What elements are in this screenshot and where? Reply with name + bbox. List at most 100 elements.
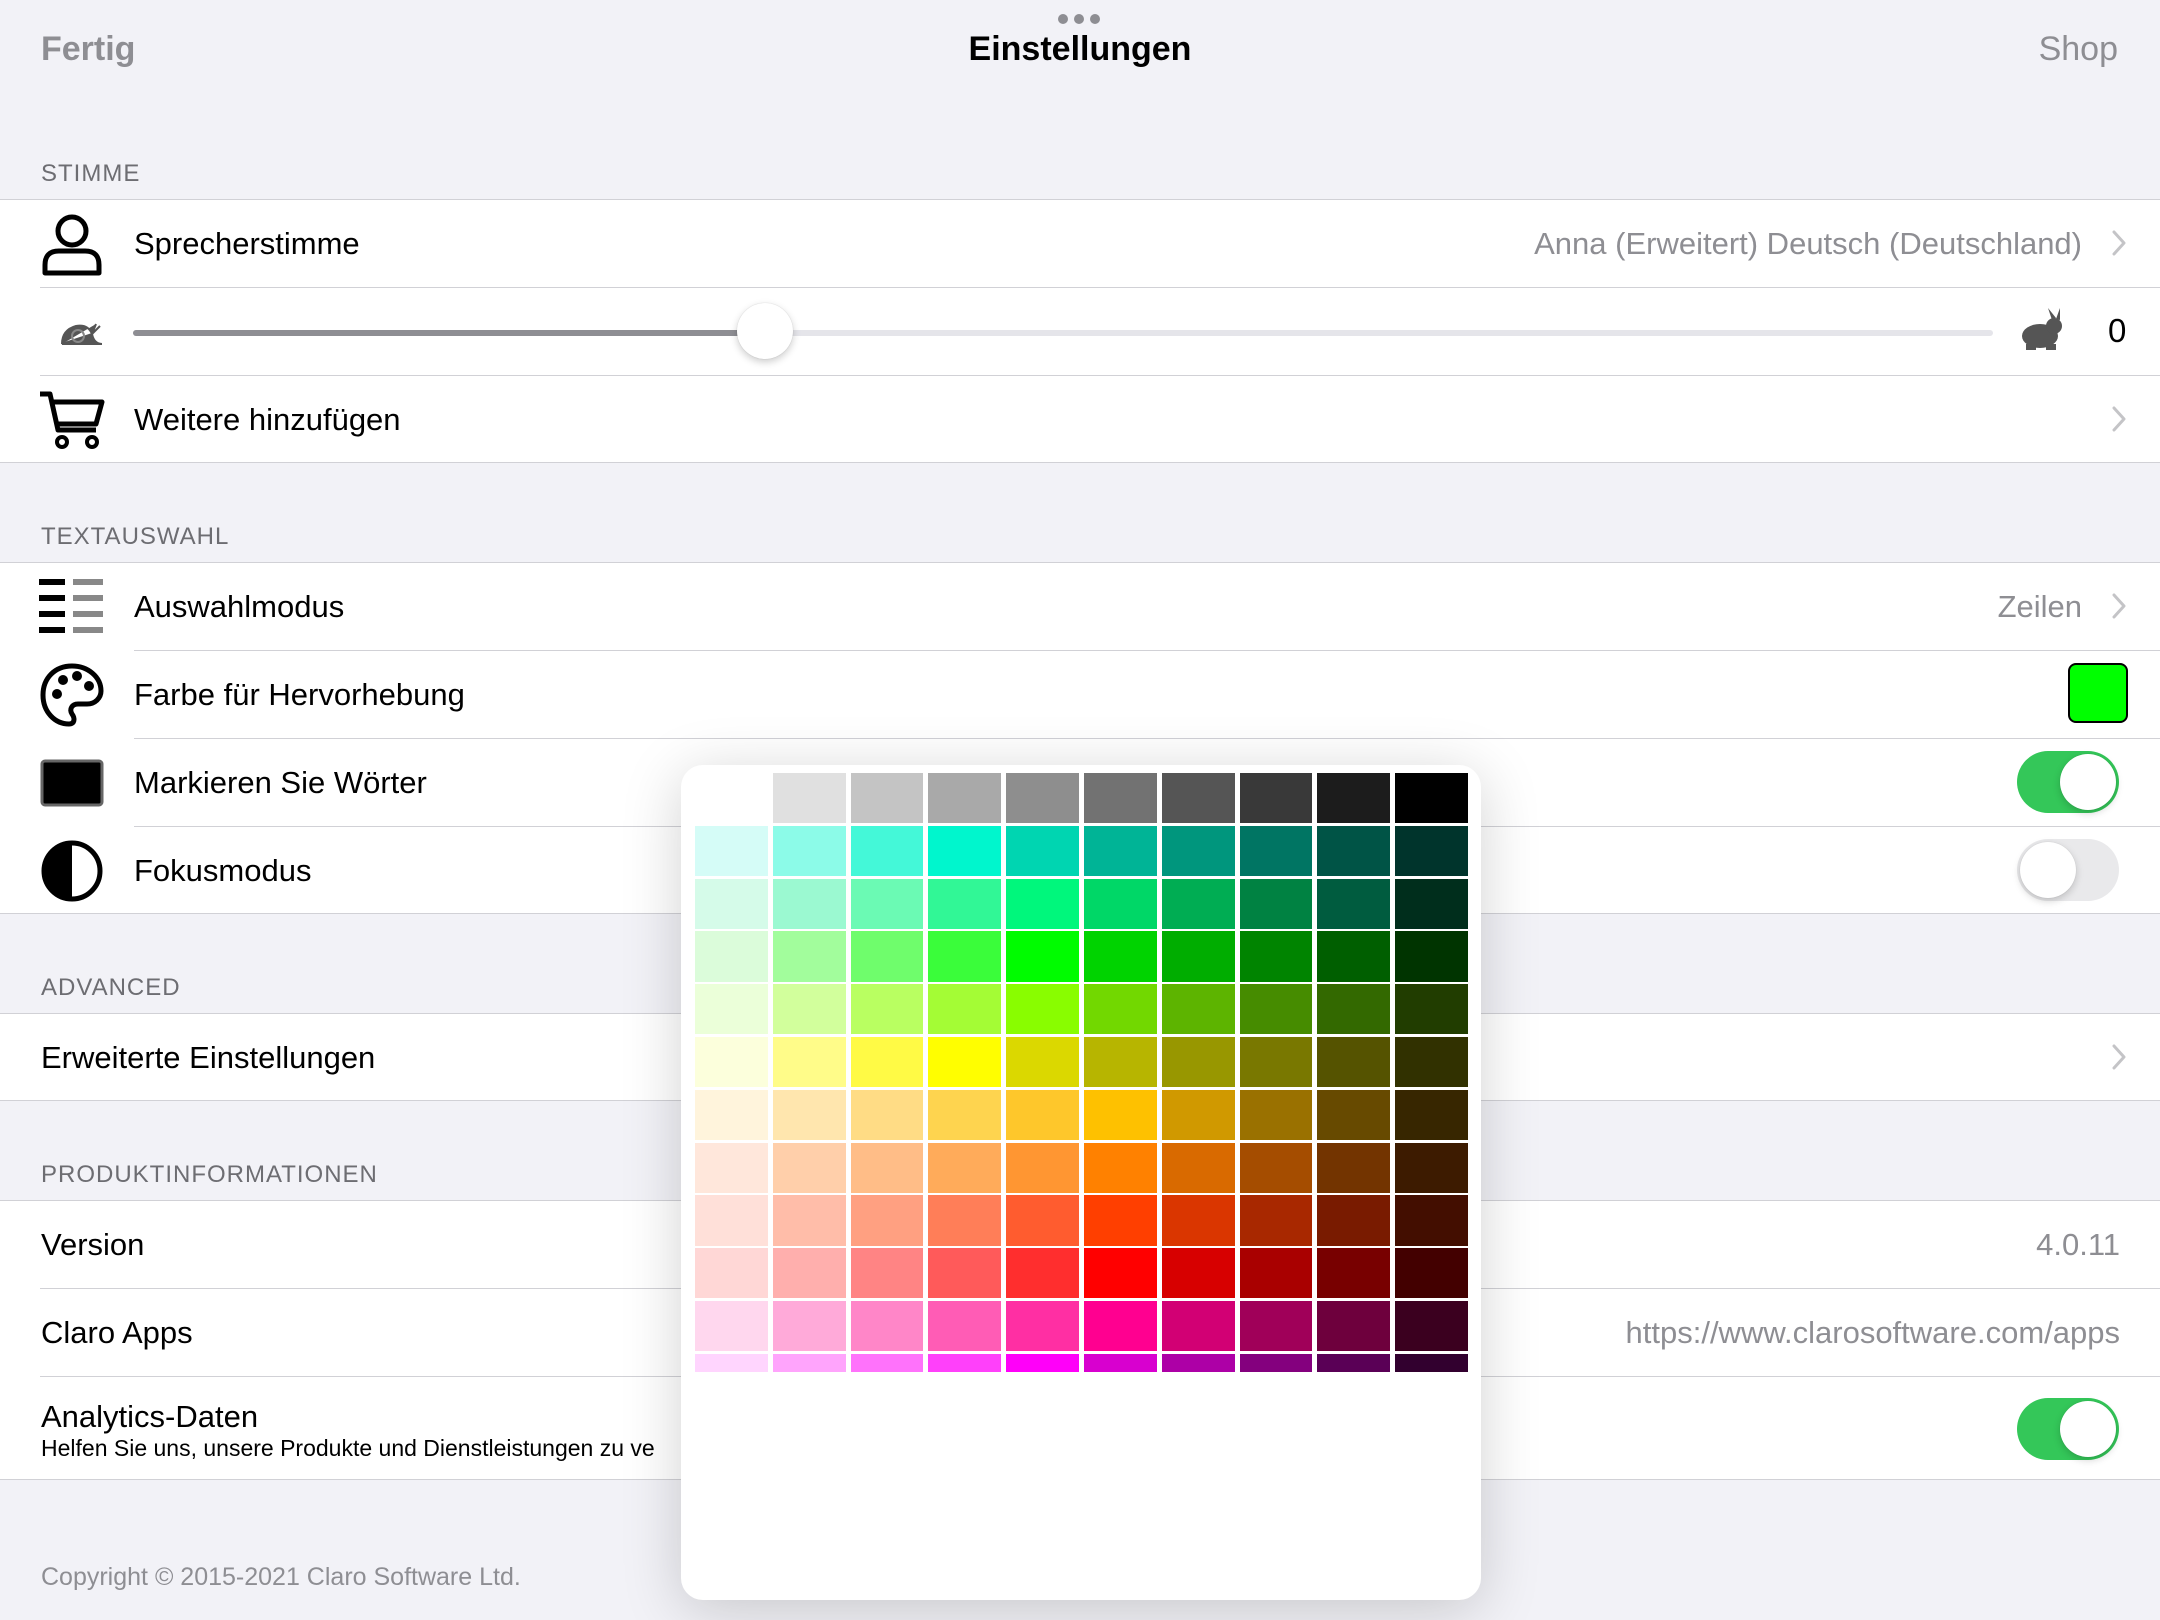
color-swatch-r10-c4[interactable] xyxy=(1006,1301,1079,1352)
color-swatch-r6-c7[interactable] xyxy=(1239,1089,1313,1140)
color-swatch-r1-c0[interactable] xyxy=(695,825,768,876)
analytics-toggle[interactable] xyxy=(2017,1398,2119,1460)
color-swatch-r3-c9[interactable] xyxy=(1395,931,1468,982)
color-swatch-r5-c7[interactable] xyxy=(1239,1037,1313,1088)
color-swatch-r1-c2[interactable] xyxy=(850,825,924,876)
color-swatch-r9-c0[interactable] xyxy=(695,1248,768,1299)
color-swatch-r7-c9[interactable] xyxy=(1395,1142,1468,1193)
color-swatch-r10-c2[interactable] xyxy=(850,1301,924,1352)
color-swatch-r6-c5[interactable] xyxy=(1084,1089,1157,1140)
color-swatch-r5-c1[interactable] xyxy=(772,1037,846,1088)
color-swatch-r2-c9[interactable] xyxy=(1395,878,1468,929)
color-swatch-r4-c7[interactable] xyxy=(1239,984,1313,1035)
color-swatch-r11-c9[interactable] xyxy=(1395,1353,1468,1372)
color-swatch-r6-c9[interactable] xyxy=(1395,1089,1468,1140)
color-swatch-r11-c8[interactable] xyxy=(1317,1353,1391,1372)
color-swatch-r3-c8[interactable] xyxy=(1317,931,1391,982)
color-swatch-r6-c3[interactable] xyxy=(928,1089,1002,1140)
color-swatch-r7-c2[interactable] xyxy=(850,1142,924,1193)
color-swatch-r10-c1[interactable] xyxy=(772,1301,846,1352)
color-swatch-r0-c2[interactable] xyxy=(850,773,924,824)
color-swatch-r8-c0[interactable] xyxy=(695,1195,768,1246)
color-swatch-r9-c8[interactable] xyxy=(1317,1248,1391,1299)
color-swatch-r4-c5[interactable] xyxy=(1084,984,1157,1035)
color-swatch-r11-c6[interactable] xyxy=(1161,1353,1235,1372)
color-swatch-r7-c5[interactable] xyxy=(1084,1142,1157,1193)
color-swatch-r4-c6[interactable] xyxy=(1161,984,1235,1035)
color-swatch-r3-c0[interactable] xyxy=(695,931,768,982)
color-swatch-r0-c9[interactable] xyxy=(1395,773,1468,824)
claro-apps-link[interactable]: https://www.clarosoftware.com/apps xyxy=(1626,1315,2120,1351)
color-swatch-r9-c4[interactable] xyxy=(1006,1248,1079,1299)
color-swatch-r0-c6[interactable] xyxy=(1161,773,1235,824)
color-swatch-r8-c3[interactable] xyxy=(928,1195,1002,1246)
color-swatch-r4-c2[interactable] xyxy=(850,984,924,1035)
color-swatch-r6-c4[interactable] xyxy=(1006,1089,1079,1140)
color-swatch-r5-c6[interactable] xyxy=(1161,1037,1235,1088)
mark-words-toggle[interactable] xyxy=(2017,751,2119,813)
color-swatch-r9-c9[interactable] xyxy=(1395,1248,1468,1299)
color-swatch-r6-c0[interactable] xyxy=(695,1089,768,1140)
color-swatch-r1-c3[interactable] xyxy=(928,825,1002,876)
color-swatch-r10-c7[interactable] xyxy=(1239,1301,1313,1352)
color-swatch-r0-c8[interactable] xyxy=(1317,773,1391,824)
color-swatch-r11-c4[interactable] xyxy=(1006,1353,1079,1372)
color-swatch-r9-c6[interactable] xyxy=(1161,1248,1235,1299)
color-swatch-r8-c5[interactable] xyxy=(1084,1195,1157,1246)
color-swatch-r5-c8[interactable] xyxy=(1317,1037,1391,1088)
color-swatch-r11-c2[interactable] xyxy=(850,1353,924,1372)
color-swatch-r4-c3[interactable] xyxy=(928,984,1002,1035)
color-swatch-r11-c5[interactable] xyxy=(1084,1353,1157,1372)
color-swatch-r7-c6[interactable] xyxy=(1161,1142,1235,1193)
color-swatch-r1-c5[interactable] xyxy=(1084,825,1157,876)
color-swatch-r1-c6[interactable] xyxy=(1161,825,1235,876)
color-swatch-r1-c9[interactable] xyxy=(1395,825,1468,876)
color-swatch-r8-c6[interactable] xyxy=(1161,1195,1235,1246)
color-swatch-r5-c4[interactable] xyxy=(1006,1037,1079,1088)
color-swatch-r2-c5[interactable] xyxy=(1084,878,1157,929)
color-swatch-r0-c0[interactable] xyxy=(695,773,768,824)
row-add-more[interactable]: Weitere hinzufügen xyxy=(0,376,2160,464)
color-swatch-r3-c4[interactable] xyxy=(1006,931,1079,982)
color-swatch-r2-c7[interactable] xyxy=(1239,878,1313,929)
color-swatch-r4-c4[interactable] xyxy=(1006,984,1079,1035)
color-swatch-r5-c2[interactable] xyxy=(850,1037,924,1088)
color-swatch-r7-c0[interactable] xyxy=(695,1142,768,1193)
color-swatch-r4-c0[interactable] xyxy=(695,984,768,1035)
color-swatch-r6-c2[interactable] xyxy=(850,1089,924,1140)
shop-button[interactable]: Shop xyxy=(2039,30,2118,69)
color-swatch-r1-c7[interactable] xyxy=(1239,825,1313,876)
color-swatch-r5-c0[interactable] xyxy=(695,1037,768,1088)
color-swatch-r0-c1[interactable] xyxy=(772,773,846,824)
color-swatch-r0-c4[interactable] xyxy=(1006,773,1079,824)
color-swatch-r4-c8[interactable] xyxy=(1317,984,1391,1035)
highlight-color-swatch[interactable] xyxy=(2068,663,2128,723)
color-swatch-r5-c9[interactable] xyxy=(1395,1037,1468,1088)
color-swatch-r10-c3[interactable] xyxy=(928,1301,1002,1352)
color-swatch-r0-c7[interactable] xyxy=(1239,773,1313,824)
color-swatch-r4-c9[interactable] xyxy=(1395,984,1468,1035)
color-swatch-r8-c8[interactable] xyxy=(1317,1195,1391,1246)
color-swatch-r0-c3[interactable] xyxy=(928,773,1002,824)
color-swatch-r10-c0[interactable] xyxy=(695,1301,768,1352)
color-swatch-r7-c4[interactable] xyxy=(1006,1142,1079,1193)
color-swatch-r7-c8[interactable] xyxy=(1317,1142,1391,1193)
color-swatch-r2-c2[interactable] xyxy=(850,878,924,929)
color-swatch-r2-c0[interactable] xyxy=(695,878,768,929)
row-speaker-voice[interactable]: Sprecherstimme Anna (Erweitert) Deutsch … xyxy=(0,200,2160,288)
color-swatch-r11-c1[interactable] xyxy=(772,1353,846,1372)
color-swatch-r6-c1[interactable] xyxy=(772,1089,846,1140)
color-swatch-r9-c1[interactable] xyxy=(772,1248,846,1299)
color-swatch-r2-c6[interactable] xyxy=(1161,878,1235,929)
color-swatch-r8-c7[interactable] xyxy=(1239,1195,1313,1246)
speech-rate-slider-thumb[interactable] xyxy=(737,303,794,359)
color-swatch-r10-c5[interactable] xyxy=(1084,1301,1157,1352)
color-swatch-r11-c0[interactable] xyxy=(695,1353,768,1372)
color-swatch-r7-c1[interactable] xyxy=(772,1142,846,1193)
color-swatch-r11-c3[interactable] xyxy=(928,1353,1002,1372)
color-swatch-r1-c1[interactable] xyxy=(772,825,846,876)
color-swatch-r7-c7[interactable] xyxy=(1239,1142,1313,1193)
row-highlight-color[interactable]: Farbe für Hervorhebung xyxy=(0,651,2160,739)
color-swatch-r6-c8[interactable] xyxy=(1317,1089,1391,1140)
color-swatch-r2-c8[interactable] xyxy=(1317,878,1391,929)
